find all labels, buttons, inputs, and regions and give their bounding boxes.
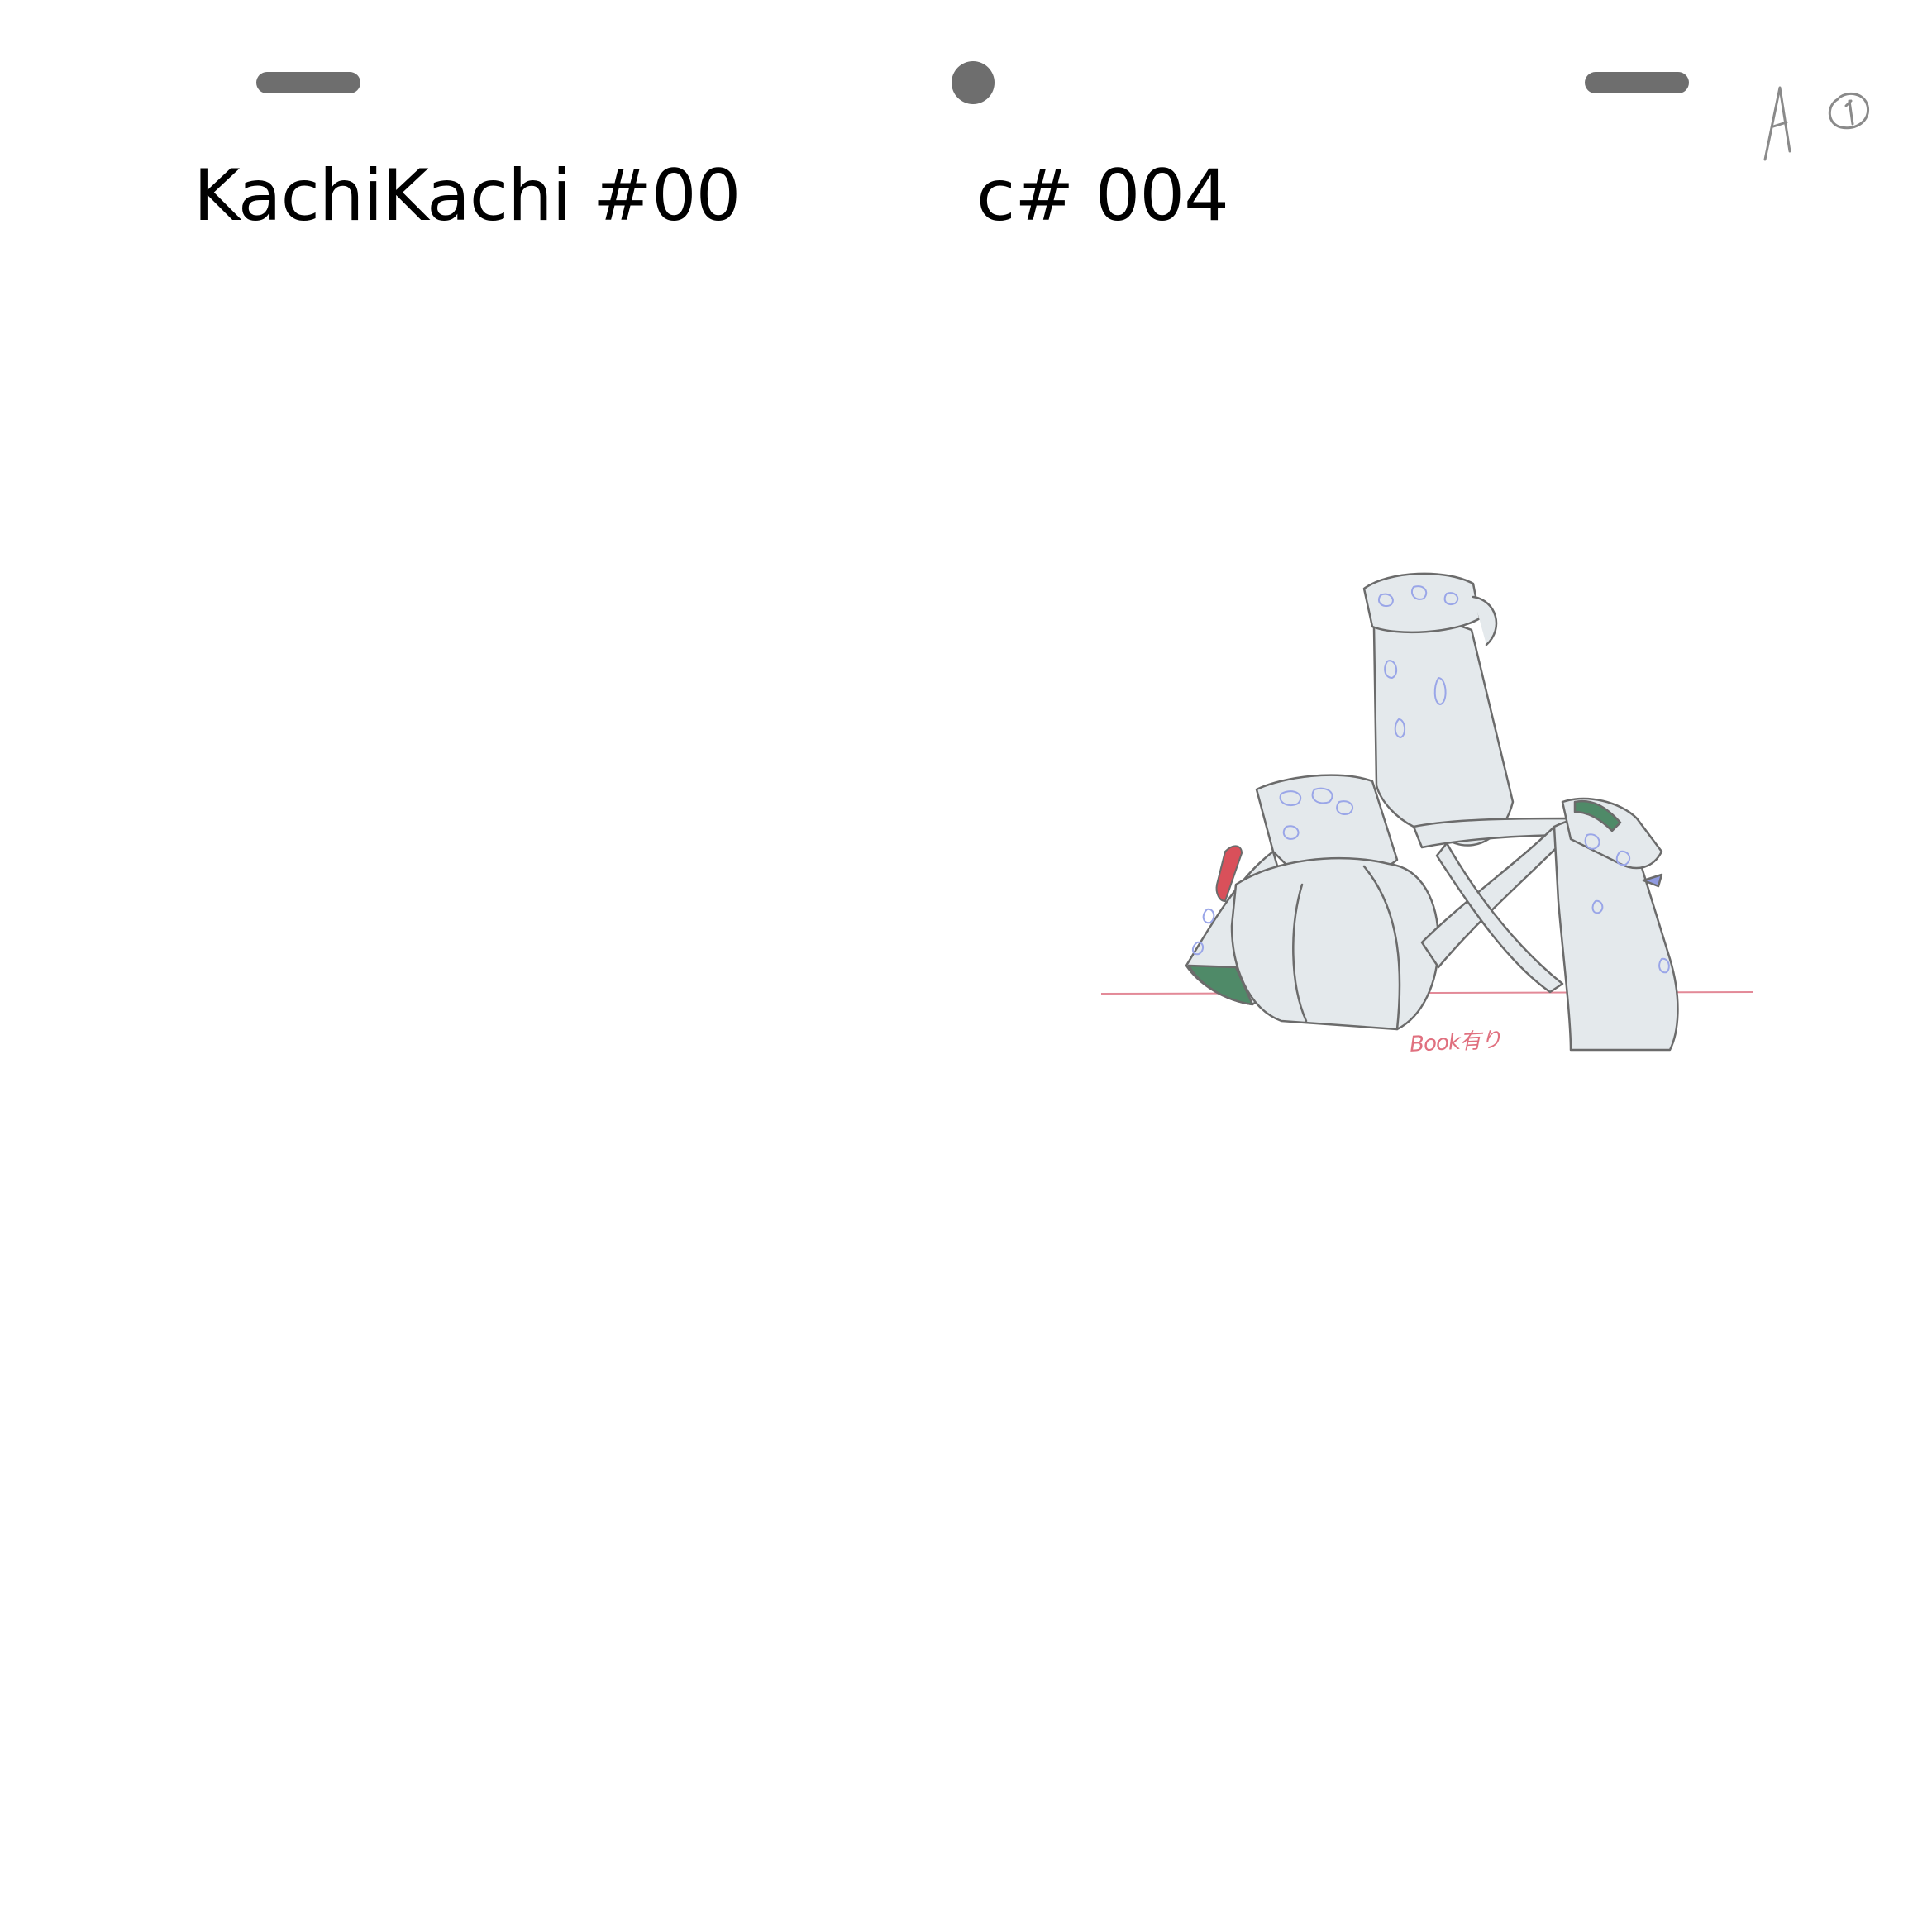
peg-hole-left [256,72,360,93]
sheet-mark: A ① [1757,73,1889,172]
episode-label: KachiKachi #00 [193,155,741,237]
top-cuff [1362,572,1481,634]
peg-hole-center [952,61,995,104]
book-note: Book有り [1409,1028,1502,1057]
cut-number: c# 004 [976,155,1229,237]
upright-limb [1372,619,1515,847]
peg-hole-right [1585,72,1689,93]
cel-drawing [1100,572,1753,1052]
base-bundle [1230,856,1440,1031]
sheet-mark-handwriting [1763,86,1870,161]
